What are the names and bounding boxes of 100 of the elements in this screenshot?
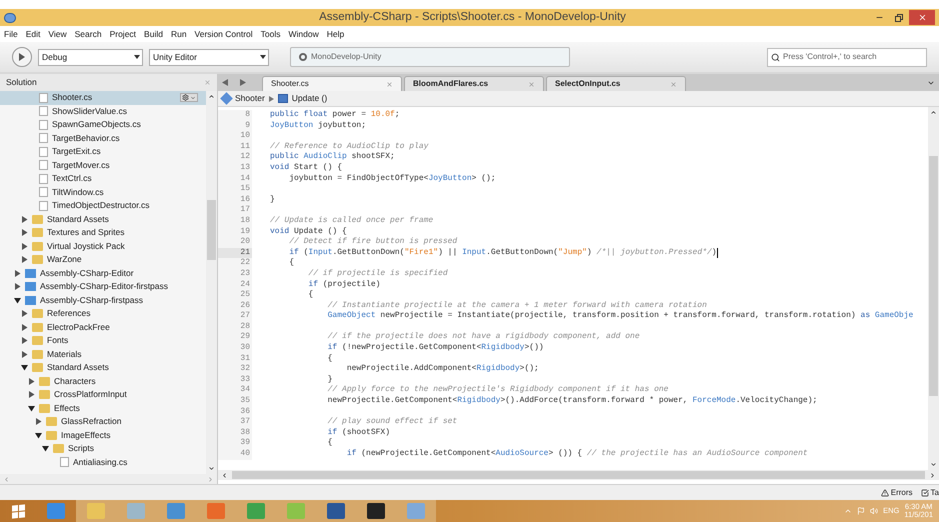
scrollbar[interactable]: [206, 91, 217, 474]
expander-arrow-icon[interactable]: [21, 216, 28, 223]
tree-item[interactable]: References: [0, 307, 206, 320]
configuration-dropdown[interactable]: Debug: [38, 48, 143, 66]
scroll-down-icon[interactable]: [930, 461, 937, 468]
menu-item[interactable]: Tools: [260, 28, 281, 40]
expander-arrow-icon[interactable]: [28, 391, 35, 398]
tree-item[interactable]: ElectroPackFree: [0, 320, 206, 334]
tree-item[interactable]: TimedObjectDestructor.cs: [0, 199, 206, 212]
project-icon: [25, 268, 36, 278]
file-icon: [60, 457, 69, 468]
code-line: if (!newProjectile.GetComponent<Rigidbody>()): [326, 343, 544, 354]
tree-item[interactable]: Antialiasing.cs: [0, 456, 206, 469]
line-number: 35: [218, 396, 252, 407]
status-pad-button[interactable]: Errors: [880, 486, 913, 498]
tree-item[interactable]: Standard Assets: [0, 361, 206, 374]
tree-item[interactable]: GlassRefraction: [0, 415, 206, 428]
tree-item[interactable]: Effects: [0, 402, 206, 415]
editor-tab[interactable]: BloomAndFlares.cs: [404, 76, 544, 91]
target-dropdown[interactable]: Unity Editor: [149, 48, 269, 66]
scroll-down-icon[interactable]: [208, 465, 215, 472]
scroll-up-icon[interactable]: [208, 93, 215, 100]
menu-item[interactable]: Version Control: [194, 28, 253, 40]
expander-arrow-icon[interactable]: [28, 378, 35, 385]
tree-item[interactable]: ShowSliderValue.cs: [0, 104, 206, 118]
file-icon: [39, 92, 48, 103]
tree-item[interactable]: Characters: [0, 374, 206, 388]
tree-item[interactable]: Shooter.cs: [0, 91, 206, 104]
code-line: if (Input.GetButtonDown("Fire1") || Input.GetButtonDown("Jump") /*|| joybutton.Pressed*/): [288, 248, 718, 258]
line-number: 39: [218, 438, 252, 449]
menu-item[interactable]: Project: [110, 28, 136, 40]
scrollbar[interactable]: [218, 470, 939, 480]
scroll-left-icon[interactable]: [221, 472, 228, 478]
play-icon: [19, 53, 25, 61]
line-number: 15: [218, 184, 252, 195]
code-line: // play sound effect if set: [326, 417, 458, 428]
menu-item[interactable]: Search: [74, 28, 102, 40]
search-input[interactable]: Press 'Control+,' to search: [783, 51, 923, 63]
tree-item[interactable]: Scripts: [0, 442, 206, 456]
scrollbar-thumb[interactable]: [929, 156, 938, 396]
menu-item[interactable]: Edit: [26, 28, 40, 40]
expander-arrow-icon[interactable]: [21, 350, 28, 358]
expander-arrow-icon[interactable]: [14, 270, 21, 277]
tree-item[interactable]: Fonts: [0, 334, 206, 348]
tree-item[interactable]: Standard Assets: [0, 212, 206, 226]
tree-item[interactable]: TargetExit.cs: [0, 145, 206, 158]
editor-tab[interactable]: SelectOnInput.cs: [546, 76, 686, 91]
file-icon: [39, 133, 48, 144]
settings-icon[interactable]: [180, 93, 198, 102]
expander-arrow-icon[interactable]: [21, 229, 28, 236]
menu-item[interactable]: Run: [170, 28, 187, 40]
expander-arrow-icon[interactable]: [35, 432, 42, 439]
code-line: // Update is called once per frame: [269, 216, 434, 227]
tree-item[interactable]: Assembly-CSharp-Editor: [0, 266, 206, 280]
close-icon[interactable]: [386, 80, 393, 88]
run-button[interactable]: [12, 47, 32, 67]
expander-arrow-icon[interactable]: [21, 242, 28, 250]
menu-item[interactable]: File: [4, 28, 18, 40]
expander-arrow-icon[interactable]: [14, 283, 21, 290]
tree-item[interactable]: WarZone: [0, 253, 206, 266]
caret-icon: [260, 55, 266, 59]
scrollbar-thumb[interactable]: [232, 471, 925, 479]
menu-item[interactable]: Build: [144, 28, 163, 40]
tree-item[interactable]: CrossPlatformInput: [0, 388, 206, 402]
expander-arrow-icon[interactable]: [35, 418, 42, 426]
tree-item[interactable]: TiltWindow.cs: [0, 186, 206, 199]
tree-item[interactable]: Textures and Sprites: [0, 226, 206, 240]
expander-arrow-icon[interactable]: [21, 364, 28, 372]
tree-item[interactable]: SpawnGameObjects.cs: [0, 118, 206, 132]
editor-tab[interactable]: Shooter.cs: [262, 76, 402, 91]
breadcrumb-item[interactable]: Update (): [292, 92, 328, 105]
expander-arrow-icon[interactable]: [21, 310, 28, 318]
expander-arrow-icon[interactable]: [21, 256, 28, 264]
expander-arrow-icon[interactable]: [14, 296, 21, 304]
folder-icon: [32, 255, 43, 264]
tree-item[interactable]: TargetMover.cs: [0, 158, 206, 172]
search-field[interactable]: Press 'Control+,' to search: [767, 48, 927, 66]
scrollbar-thumb[interactable]: [207, 200, 216, 260]
tree-item[interactable]: Virtual Joystick Pack: [0, 240, 206, 253]
expander-arrow-icon[interactable]: [42, 445, 49, 452]
scroll-right-icon[interactable]: [929, 472, 936, 478]
status-pad-button[interactable]: Ta: [920, 486, 939, 498]
close-icon: [918, 13, 926, 22]
menu-item[interactable]: Help: [326, 28, 344, 40]
scrollbar[interactable]: [928, 107, 939, 470]
menu-item[interactable]: View: [48, 28, 67, 40]
code-line: // if the projectile does not have a rigidbody component, add one: [326, 332, 640, 343]
expander-arrow-icon[interactable]: [21, 324, 28, 331]
tree-item[interactable]: Assembly-CSharp-Editor-firstpass: [0, 280, 206, 294]
tree-item[interactable]: TextCtrl.cs: [0, 172, 206, 186]
tree-item[interactable]: TargetBehavior.cs: [0, 132, 206, 145]
expander-arrow-icon[interactable]: [28, 404, 35, 412]
code-line: {: [288, 258, 294, 269]
expander-arrow-icon[interactable]: [21, 337, 28, 344]
tree-item[interactable]: ImageEffects: [0, 428, 206, 442]
scroll-up-icon[interactable]: [930, 109, 937, 116]
tree-item[interactable]: Assembly-CSharp-firstpass: [0, 294, 206, 307]
tree-item[interactable]: Materials: [0, 348, 206, 361]
menu-item[interactable]: Window: [288, 28, 319, 40]
breadcrumb-item[interactable]: Shooter: [235, 92, 265, 105]
